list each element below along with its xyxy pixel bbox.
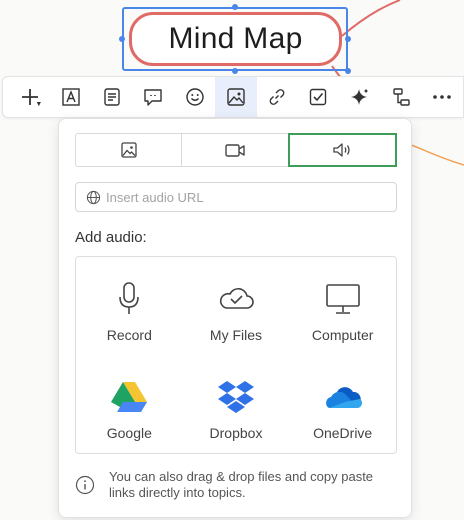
text-box-button[interactable]: [50, 77, 91, 117]
source-onedrive[interactable]: OneDrive: [289, 355, 396, 453]
source-computer[interactable]: Computer: [289, 257, 396, 355]
source-my-files[interactable]: My Files: [183, 257, 290, 355]
structure-button[interactable]: [380, 77, 421, 117]
emoji-button[interactable]: [174, 77, 215, 117]
selection-handle-top[interactable]: [232, 4, 238, 10]
sparkle-icon: [350, 88, 369, 105]
audio-source-grid: Record My Files Computer Google Dropbox …: [75, 256, 397, 454]
microphone-icon: [119, 282, 140, 314]
note-icon: [104, 88, 120, 106]
info-icon: [75, 475, 95, 495]
selection-handle-corner[interactable]: [345, 68, 351, 74]
comment-icon: [144, 89, 163, 106]
media-button[interactable]: [215, 77, 257, 117]
image-icon: [227, 88, 245, 106]
onedrive-icon: [325, 387, 362, 408]
topic-title[interactable]: Mind Map: [168, 22, 302, 56]
image-icon: [121, 142, 137, 158]
dropbox-icon: [217, 381, 254, 413]
topic-toolbar: ▼: [2, 76, 464, 118]
selection-handle-bottom[interactable]: [232, 68, 238, 74]
structure-icon: [393, 88, 410, 106]
text-box-icon: [62, 88, 80, 106]
audio-url-field[interactable]: [75, 182, 397, 212]
root-topic[interactable]: Mind Map: [129, 12, 342, 66]
chevron-down-icon: ▼: [35, 101, 43, 108]
add-audio-label: Add audio:: [75, 229, 147, 246]
speaker-icon: [333, 143, 350, 157]
selection-handle-right[interactable]: [345, 36, 351, 42]
media-type-tabs: [75, 133, 397, 167]
link-button[interactable]: [257, 77, 298, 117]
note-button[interactable]: [92, 77, 133, 117]
tab-video[interactable]: [181, 134, 287, 166]
video-icon: [225, 144, 245, 157]
source-dropbox[interactable]: Dropbox: [183, 355, 290, 453]
google-drive-icon: [111, 382, 148, 412]
globe-icon: [86, 190, 101, 204]
checkbox-icon: [310, 88, 327, 106]
smiley-icon: [185, 88, 204, 106]
link-icon: [269, 89, 285, 105]
more-icon: [433, 95, 452, 99]
monitor-icon: [325, 284, 360, 314]
source-record[interactable]: Record: [76, 257, 183, 355]
ai-button[interactable]: [339, 77, 380, 117]
tab-audio[interactable]: [287, 133, 397, 167]
selection-handle-left[interactable]: [119, 36, 125, 42]
comment-button[interactable]: [133, 77, 174, 117]
tab-image[interactable]: [76, 134, 181, 166]
insert-media-panel: Add audio: Record My Files Computer Goog…: [58, 118, 412, 518]
more-button[interactable]: [422, 77, 463, 117]
task-button[interactable]: [298, 77, 339, 117]
source-google[interactable]: Google: [76, 355, 183, 453]
add-topic-button[interactable]: ▼: [9, 77, 50, 117]
drag-drop-hint: You can also drag & drop files and copy …: [75, 469, 397, 501]
audio-url-input[interactable]: [106, 189, 376, 205]
cloud-check-icon: [219, 288, 254, 309]
hint-text: You can also drag & drop files and copy …: [109, 469, 374, 500]
